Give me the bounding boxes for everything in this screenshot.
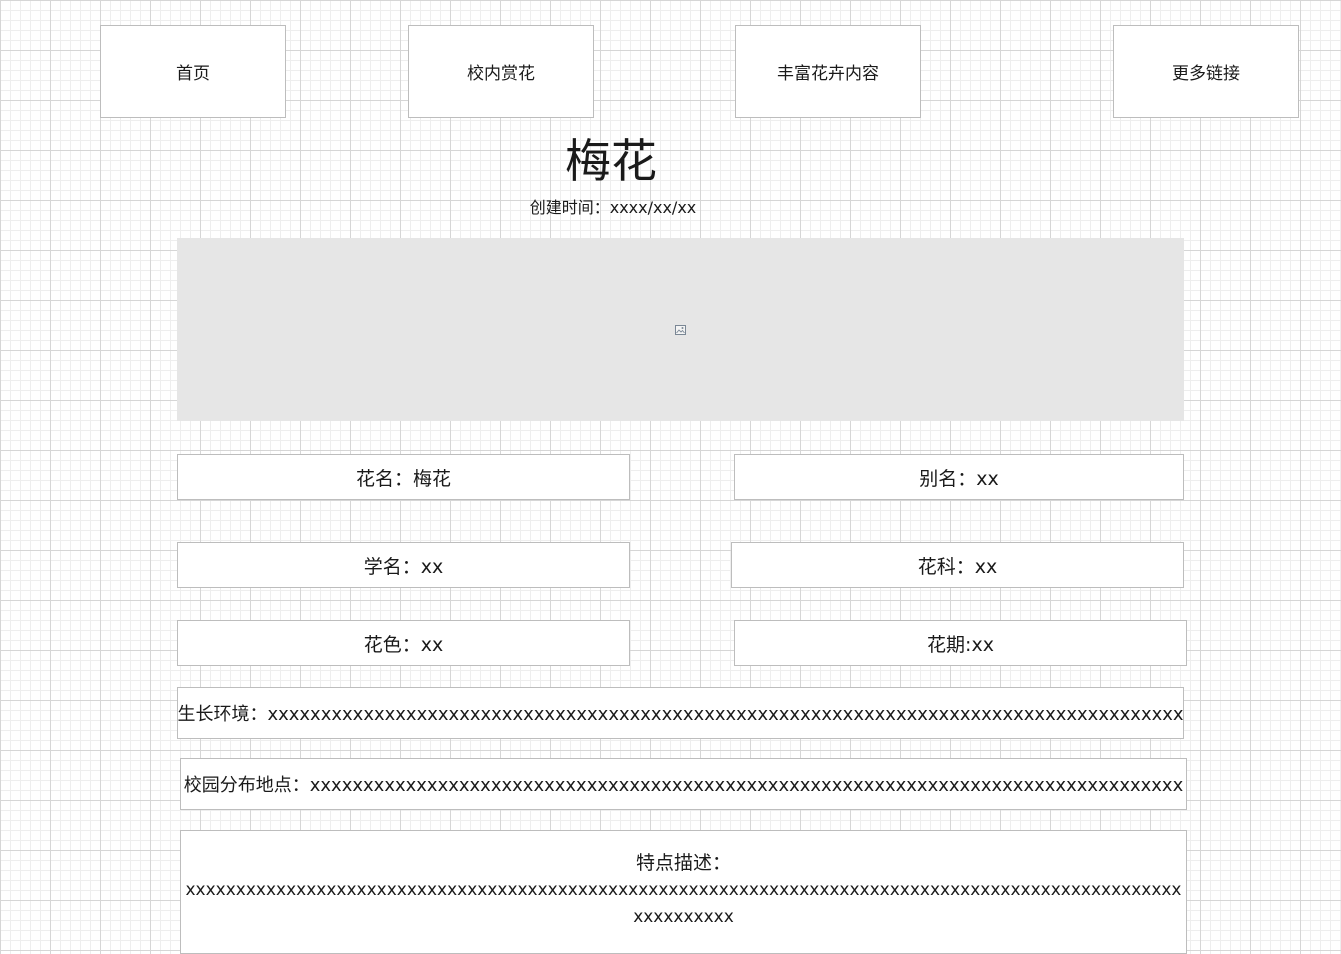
bloom-period-field: 花期:xx bbox=[734, 620, 1187, 666]
nav-more-links-button[interactable]: 更多链接 bbox=[1113, 25, 1299, 118]
hero-image bbox=[177, 238, 1184, 421]
description-text: xxxxxxxxxxxxxxxxxxxxxxxxxxxxxxxxxxxxxxxx… bbox=[185, 880, 1182, 927]
description-label: 特点描述： bbox=[635, 852, 731, 874]
broken-image-icon bbox=[675, 324, 686, 335]
created-time: 创建时间：xxxx/xx/xx bbox=[529, 198, 697, 217]
color-field: 花色：xx bbox=[177, 620, 630, 666]
nav-campus-flowers-button[interactable]: 校内赏花 bbox=[408, 25, 594, 118]
alias-field: 别名：xx bbox=[734, 454, 1184, 500]
flower-name-field: 花名：梅花 bbox=[177, 454, 630, 500]
family-field: 花科：xx bbox=[731, 542, 1184, 588]
scientific-name-field: 学名：xx bbox=[177, 542, 630, 588]
environment-field: 生长环境：xxxxxxxxxxxxxxxxxxxxxxxxxxxxxxxxxxx… bbox=[177, 687, 1184, 739]
locations-field: 校园分布地点：xxxxxxxxxxxxxxxxxxxxxxxxxxxxxxxxx… bbox=[180, 758, 1187, 810]
description-box: 特点描述： xxxxxxxxxxxxxxxxxxxxxxxxxxxxxxxxxx… bbox=[180, 830, 1187, 954]
nav-home-button[interactable]: 首页 bbox=[100, 25, 286, 118]
nav-rich-content-button[interactable]: 丰富花卉内容 bbox=[735, 25, 921, 118]
page-title: 梅花 bbox=[565, 134, 657, 188]
